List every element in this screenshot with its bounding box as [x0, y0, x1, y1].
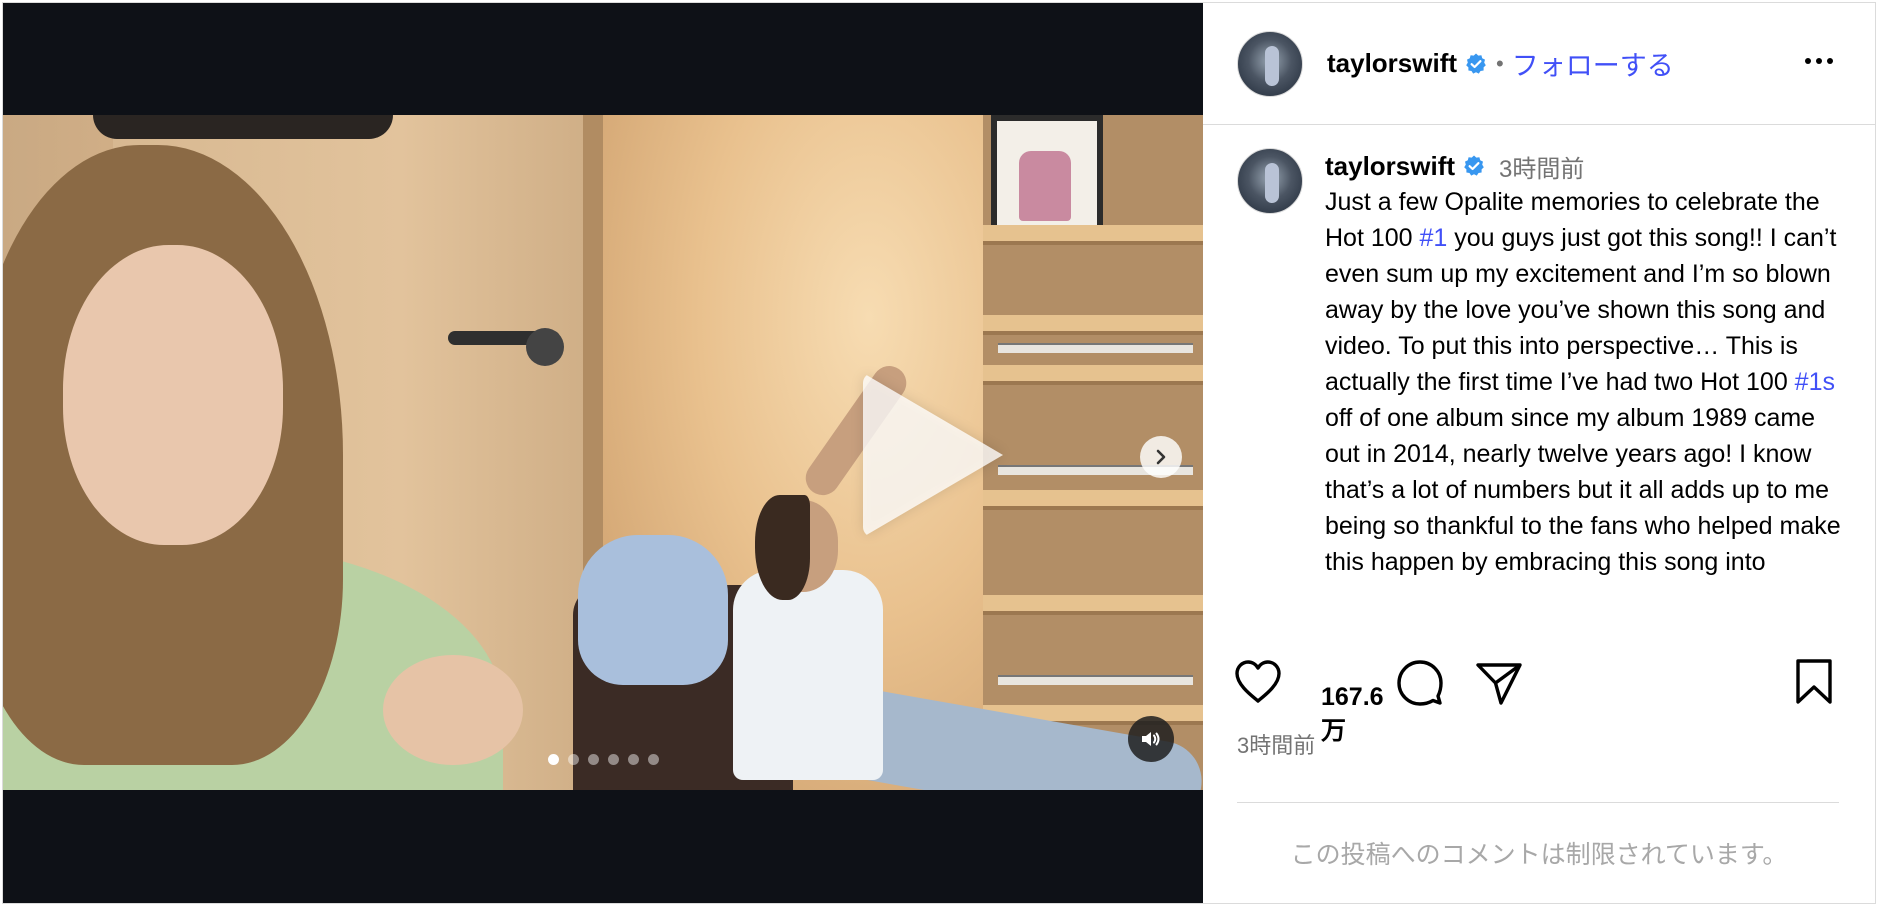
action-icons: 167.6 万	[1233, 658, 1845, 745]
caption-time[interactable]: 3時間前	[1499, 149, 1584, 184]
shelf	[983, 490, 1203, 506]
separator-dot: •	[1496, 50, 1504, 76]
share-icon[interactable]	[1474, 661, 1524, 712]
carousel-dot	[648, 754, 659, 765]
like-count-unit: 万	[1321, 717, 1347, 745]
keyboard	[998, 343, 1193, 353]
caption-text-part: off of one album since my album 1989 cam…	[1325, 404, 1841, 576]
caption-avatar[interactable]	[1237, 148, 1303, 214]
caption-text: Just a few Opalite memories to celebrate…	[1325, 184, 1845, 580]
shelf	[983, 315, 1203, 331]
post-header: taylorswift • フォローする	[1203, 3, 1875, 125]
hashtag-link[interactable]: #1s	[1795, 368, 1835, 396]
keyboard	[998, 675, 1193, 685]
shelf	[983, 225, 1203, 241]
caption-body: taylorswift 3時間前 Just a few Opalite memo…	[1325, 148, 1845, 580]
caption-username[interactable]: taylorswift	[1325, 151, 1455, 182]
shelf	[983, 365, 1203, 381]
door-handle-plate	[526, 328, 564, 366]
divider	[1237, 802, 1839, 803]
like-count-value: 167.6	[1321, 683, 1384, 711]
next-button[interactable]	[1140, 436, 1182, 478]
video-frame[interactable]	[3, 115, 1203, 790]
follow-button[interactable]: フォローする	[1512, 44, 1674, 83]
play-icon[interactable]	[863, 373, 1003, 537]
verified-badge-icon	[1462, 154, 1486, 178]
caption-area[interactable]: taylorswift 3時間前 Just a few Opalite memo…	[1203, 126, 1875, 634]
woman-face	[63, 245, 283, 545]
chevron-right-icon	[1156, 449, 1166, 465]
author-username[interactable]: taylorswift	[1327, 48, 1457, 79]
carousel-dot	[588, 754, 599, 765]
shelf	[983, 595, 1203, 611]
carousel-dot	[628, 754, 639, 765]
framed-photo	[991, 115, 1103, 233]
post-media[interactable]	[3, 3, 1203, 903]
post-actions: 167.6 万 3時間前	[1203, 634, 1875, 803]
heart-icon[interactable]	[1233, 658, 1283, 711]
caption-header: taylorswift 3時間前	[1325, 148, 1845, 184]
more-options-icon[interactable]	[1801, 51, 1837, 71]
person-shirt	[733, 570, 883, 780]
like-count[interactable]: 167.6 万	[1321, 680, 1384, 748]
blanket	[578, 535, 728, 685]
carousel-indicator	[548, 754, 659, 765]
lamp	[93, 115, 393, 139]
sound-button[interactable]	[1128, 716, 1174, 762]
post-side-panel: taylorswift • フォローする taylorswift 3時間前 Ju…	[1203, 3, 1875, 903]
carousel-dot	[608, 754, 619, 765]
verified-badge-icon	[1464, 52, 1488, 76]
comments-limited-notice: この投稿へのコメントは制限されています。	[1290, 841, 1788, 869]
person-hair	[755, 495, 810, 600]
speaker-icon	[1142, 732, 1160, 746]
hashtag-link[interactable]: #1	[1420, 224, 1448, 252]
carousel-dot	[568, 754, 579, 765]
avatar[interactable]	[1237, 30, 1303, 97]
caption: taylorswift 3時間前 Just a few Opalite memo…	[1203, 126, 1875, 580]
comment-icon[interactable]	[1396, 659, 1444, 712]
woman-hand	[383, 655, 523, 765]
instagram-post: taylorswift • フォローする taylorswift 3時間前 Ju…	[2, 2, 1876, 904]
bookmark-icon[interactable]	[1794, 658, 1834, 711]
post-timestamp[interactable]: 3時間前	[1237, 728, 1315, 760]
carousel-dot	[548, 754, 559, 765]
